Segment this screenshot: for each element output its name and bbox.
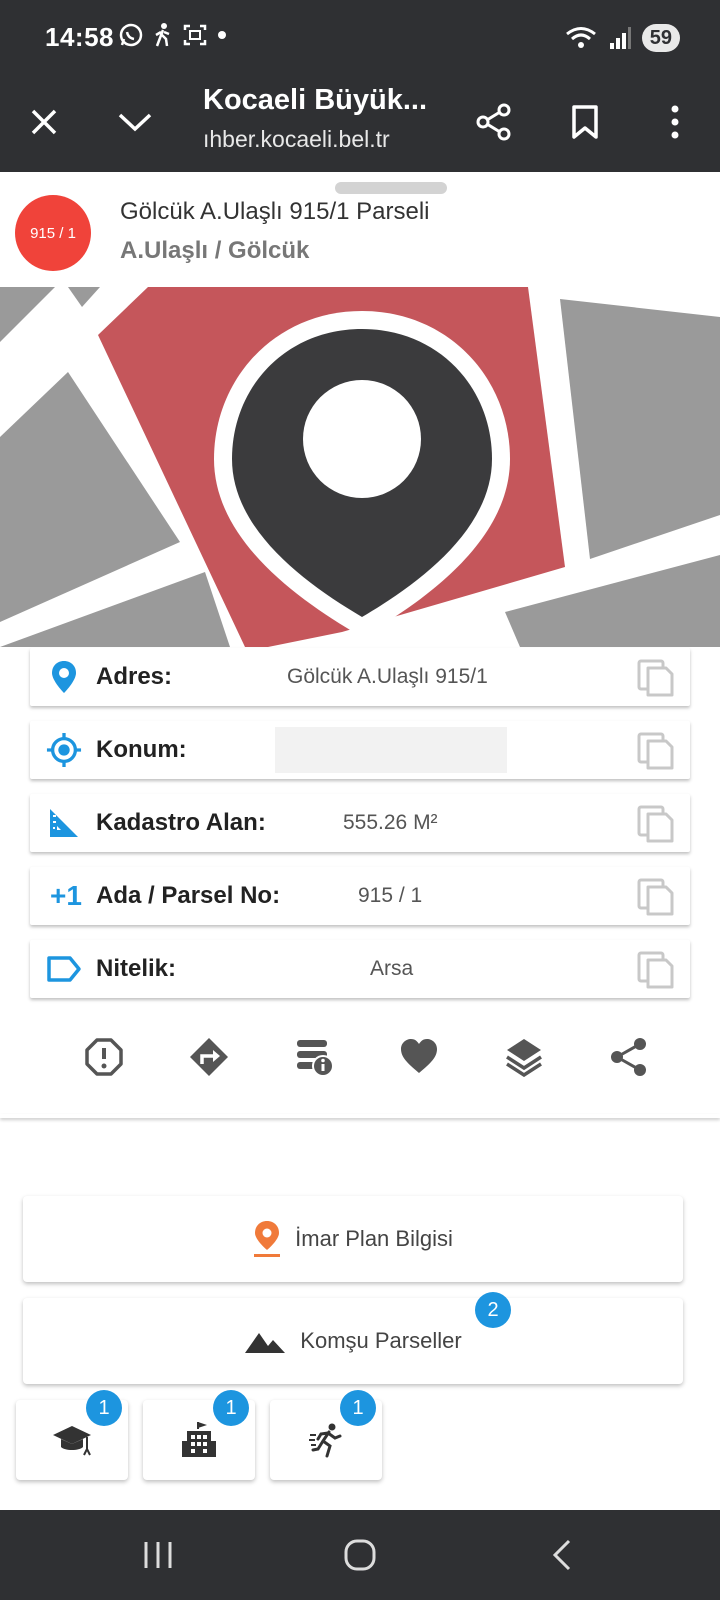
parcel-subtitle: A.Ulaşlı / Gölcük (120, 237, 310, 264)
info-list-icon[interactable] (290, 1033, 338, 1081)
back-icon[interactable] (532, 1530, 592, 1580)
education-button[interactable]: 1 (16, 1390, 128, 1480)
battery-icon: 59 (641, 24, 680, 52)
info-row-konum: Konum: (30, 721, 690, 779)
status-icons-right: 59 (564, 24, 680, 52)
home-icon[interactable] (330, 1530, 390, 1580)
row-label: Adres: (96, 663, 173, 690)
label-tag-icon (46, 951, 82, 987)
share-icon[interactable] (470, 98, 518, 146)
imar-plan-label: İmar Plan Bilgisi (295, 1226, 453, 1251)
count-badge: 1 (340, 1390, 376, 1426)
signal-icon (609, 27, 631, 49)
favorite-icon[interactable] (395, 1033, 443, 1081)
row-label: Kadastro Alan: (96, 809, 266, 836)
info-row-adres: Adres: Gölcük A.Ulaşlı 915/1 (30, 648, 690, 706)
crosshair-icon (46, 732, 82, 768)
info-row-kadastro-alan: Kadastro Alan: 555.26 M² (30, 794, 690, 852)
copy-icon[interactable] (636, 877, 676, 917)
close-icon[interactable] (20, 98, 68, 146)
directions-icon[interactable] (185, 1033, 233, 1081)
page-url[interactable]: ıhber.kocaeli.bel.tr (203, 126, 390, 153)
graduation-cap-icon (53, 1426, 91, 1456)
copy-icon[interactable] (636, 658, 676, 698)
row-value: 915 / 1 (358, 884, 423, 907)
more-vert-icon[interactable] (651, 98, 699, 146)
row-label: Nitelik: (96, 955, 177, 982)
plus-one-icon: +1 (48, 878, 84, 914)
status-time: 14:58 (45, 22, 114, 52)
chevron-down-icon[interactable] (111, 98, 159, 146)
row-value: Arsa (370, 957, 414, 980)
area-ruler-icon (46, 805, 82, 841)
sheet-divider (0, 1114, 720, 1118)
layers-icon[interactable] (500, 1033, 548, 1081)
walking-icon (155, 23, 170, 47)
map-marker-icon (254, 1221, 281, 1257)
parcel-badge: 915 / 1 (15, 195, 91, 271)
konum-value-redacted (275, 727, 507, 773)
plus-one-text: +1 (50, 880, 82, 911)
bookmark-icon[interactable] (561, 98, 609, 146)
wifi-icon (565, 27, 596, 48)
count-badge: 1 (213, 1390, 249, 1426)
page-title: Kocaeli Büyük... (203, 84, 428, 116)
imar-plan-button[interactable]: İmar Plan Bilgisi (23, 1196, 683, 1282)
row-value: Gölcük A.Ulaşlı 915/1 (287, 665, 488, 688)
drag-handle[interactable] (335, 182, 447, 194)
info-row-nitelik: Nitelik: Arsa (30, 940, 690, 998)
status-icons-left (118, 22, 228, 48)
komsu-parseller-label: Komşu Parseller (300, 1328, 462, 1353)
parcel-title: Gölcük A.Ulaşlı 915/1 Parseli (120, 198, 430, 225)
share-icon[interactable] (605, 1033, 653, 1081)
location-pin-icon (46, 659, 82, 695)
running-icon (309, 1423, 342, 1458)
building-button[interactable]: 1 (143, 1390, 255, 1480)
status-bar: 14:58 59 (0, 0, 720, 76)
copy-icon[interactable] (636, 804, 676, 844)
mountain-icon (245, 1333, 286, 1353)
parcel-map[interactable] (0, 287, 720, 647)
screen: 14:58 59 Kocaeli Büyük... ıhber.kocaeli.… (0, 0, 720, 1600)
row-label: Ada / Parsel No: (96, 882, 281, 909)
count-badge: 2 (475, 1292, 511, 1328)
browser-toolbar: Kocaeli Büyük... ıhber.kocaeli.bel.tr (0, 76, 720, 172)
row-value: 555.26 M² (343, 811, 438, 834)
info-row-ada-parsel: +1 Ada / Parsel No: 915 / 1 (30, 867, 690, 925)
actions-row (50, 1033, 680, 1083)
whatsapp-icon (119, 23, 143, 47)
dot-icon (218, 31, 226, 39)
copy-icon[interactable] (636, 950, 676, 990)
copy-icon[interactable] (636, 731, 676, 771)
screenshot-icon (183, 24, 207, 46)
recent-apps-icon[interactable] (128, 1530, 188, 1580)
sports-button[interactable]: 1 (270, 1390, 382, 1480)
row-label: Konum: (96, 736, 187, 763)
komsu-parseller-button[interactable]: Komşu Parseller 2 (23, 1292, 683, 1384)
count-badge: 1 (86, 1390, 122, 1426)
system-nav-bar (0, 1510, 720, 1600)
report-icon[interactable] (80, 1033, 128, 1081)
building-icon (182, 1422, 216, 1457)
